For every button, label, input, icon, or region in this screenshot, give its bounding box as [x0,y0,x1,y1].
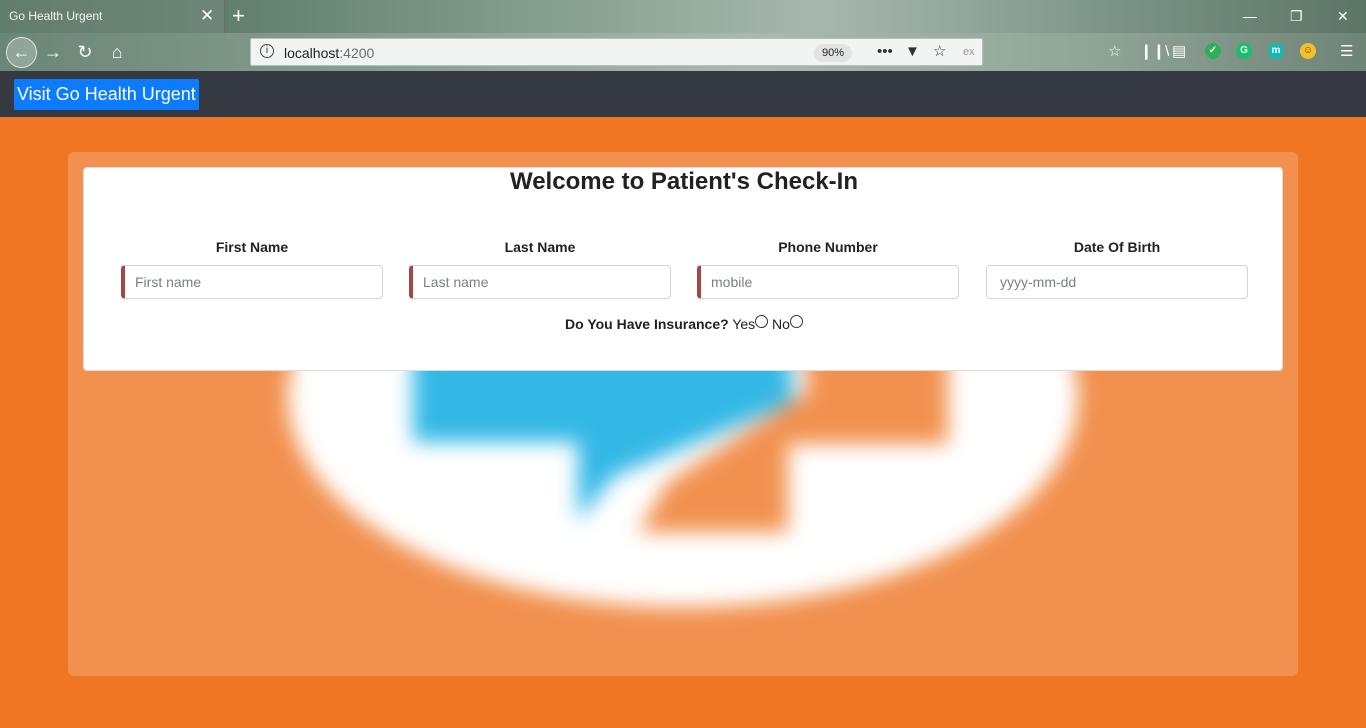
grammarly-icon[interactable]: G [1236,43,1252,59]
insurance-yes-label: Yes [732,316,756,332]
first-name-label: First Name [215,239,289,255]
page-title: Welcome to Patient's Check-In [509,168,858,195]
back-icon[interactable]: ← [6,37,37,68]
date-of-birth-label: Date Of Birth [1073,239,1161,255]
insurance-question-row: Do You Have Insurance? Yes No [84,315,1284,333]
forward-icon[interactable]: → [38,38,68,68]
date-of-birth-input[interactable] [986,265,1248,299]
first-name-group: First Name [121,238,383,299]
site-info-icon[interactable]: i [260,44,274,58]
library-icon[interactable]: ❙❙\ [1140,42,1169,62]
first-name-input[interactable] [121,265,383,299]
emoji-extension-icon[interactable]: ☺ [1300,43,1316,59]
zoom-level[interactable]: 90% [814,44,853,62]
sidebar-icon[interactable]: ▤ [1172,42,1186,62]
browser-toolbar: ← → ↻ ⌂ i localhost:4200 90% ••• ▼ ☆ ex … [0,33,1366,71]
address-bar[interactable]: i localhost:4200 90% ••• ▼ ☆ ex [250,38,983,66]
minimize-icon[interactable]: — [1243,7,1257,25]
insurance-no-label: No [772,316,790,332]
check-in-card: Welcome to Patient's Check-In First Name… [83,167,1283,371]
phone-number-group: Phone Number [697,238,959,299]
window-close-icon[interactable]: ✕ [1337,7,1349,25]
bookmark-star-icon[interactable]: ☆ [933,42,946,62]
last-name-input[interactable] [409,265,671,299]
m-extension-icon[interactable]: m [1268,43,1284,59]
phone-number-label: Phone Number [778,239,878,255]
phone-number-input[interactable] [697,265,959,299]
last-name-group: Last Name [409,238,671,299]
menu-icon[interactable]: ☰ [1340,42,1353,62]
extension-ex-icon[interactable]: ex [963,42,975,62]
insurance-question: Do You Have Insurance? [565,316,729,332]
new-tab-icon[interactable]: + [232,4,245,28]
browser-tab[interactable]: Go Health Urgent ✕ [0,0,225,33]
browser-tab-strip: Go Health Urgent ✕ + — ❐ ✕ [0,0,1366,33]
tab-title: Go Health Urgent [9,9,103,23]
url-host: localhost [284,45,340,61]
home-icon[interactable]: ⌂ [102,38,132,68]
url-port: :4200 [339,45,375,61]
last-name-label: Last Name [504,239,576,255]
insurance-yes-radio[interactable] [755,315,769,328]
downloads-icon[interactable]: ☆ [1108,42,1121,62]
reload-icon[interactable]: ↻ [70,38,100,68]
app-navbar: Visit Go Health Urgent [0,71,1366,117]
page-actions-icon[interactable]: ••• [877,42,893,62]
checkmark-extension-icon[interactable]: ✓ [1205,43,1221,59]
date-of-birth-group: Date Of Birth [986,238,1248,299]
restore-icon[interactable]: ❐ [1290,7,1303,25]
tab-close-icon[interactable]: ✕ [200,6,214,26]
insurance-no-radio[interactable] [789,315,803,328]
url-text: localhost:4200 [284,45,374,61]
visit-go-health-button[interactable]: Visit Go Health Urgent [14,79,199,110]
pocket-icon[interactable]: ▼ [905,42,920,62]
